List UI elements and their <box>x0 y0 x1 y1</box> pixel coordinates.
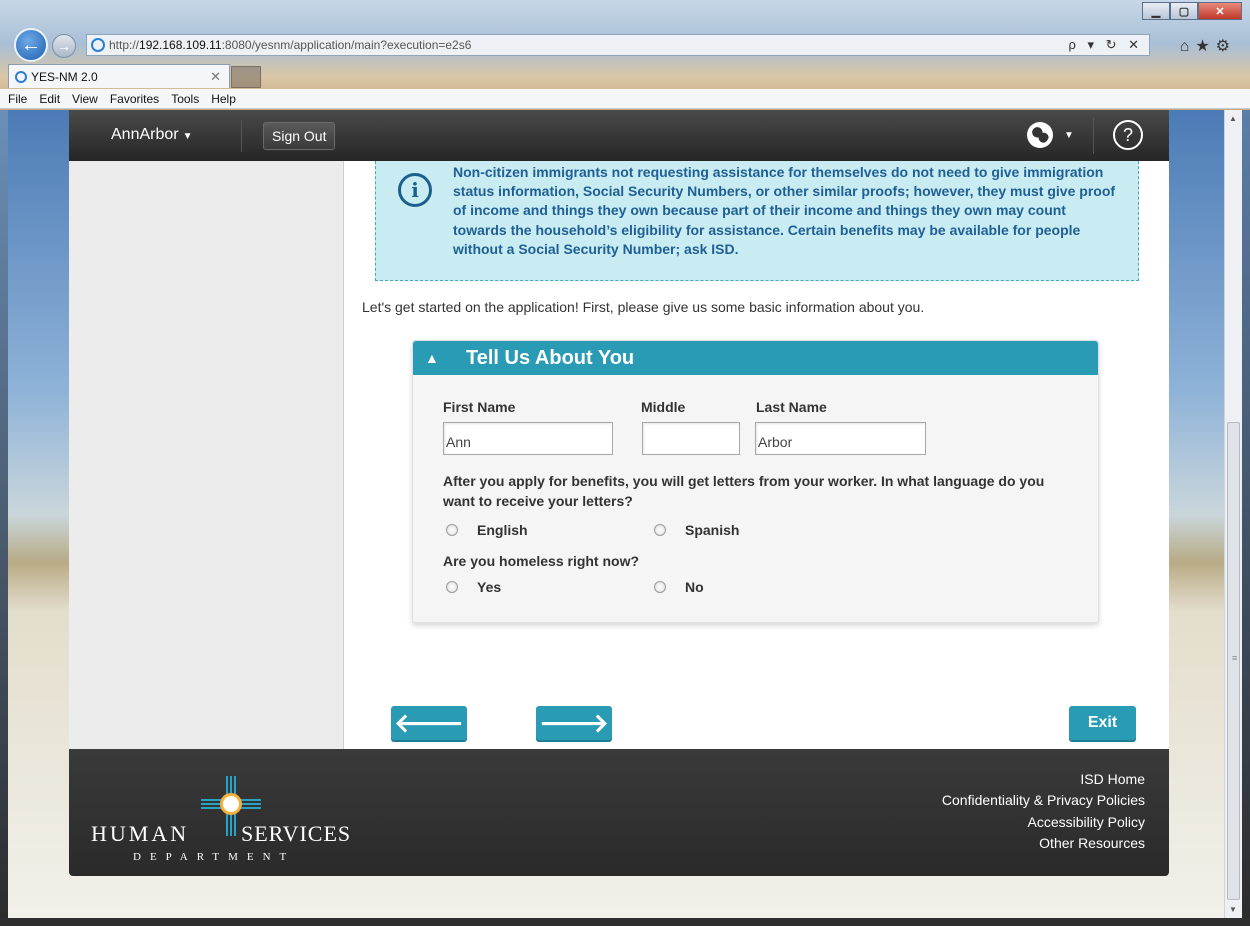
arrow-left-icon: ← <box>21 33 41 56</box>
intro-text: Let's get started on the application! Fi… <box>362 299 925 315</box>
sign-out-button[interactable]: Sign Out <box>263 122 336 150</box>
close-window-button[interactable]: ✕ <box>1198 2 1242 20</box>
menu-file[interactable]: File <box>8 92 27 106</box>
navbar-divider <box>1093 118 1094 154</box>
homeless-question: Are you homeless right now? <box>443 553 640 569</box>
language-option-label: Spanish <box>685 522 740 538</box>
exit-button[interactable]: Exit <box>1069 706 1136 740</box>
browser-chrome: ▁ ▢ ✕ ← → http://192.168.109.11:8080/yes… <box>0 0 1250 110</box>
scroll-thumb[interactable]: ≡ <box>1227 422 1240 900</box>
homeless-yes-radio[interactable]: Yes <box>446 579 501 595</box>
ie-icon <box>91 38 105 52</box>
language-english-radio[interactable]: English <box>446 522 528 538</box>
footer-link-privacy[interactable]: Confidentiality & Privacy Policies <box>942 790 1145 811</box>
maximize-button[interactable]: ▢ <box>1170 2 1198 20</box>
page: AnnArbor ▼ Sign Out ▼ ? i Non-citizen imm… <box>69 110 1169 918</box>
arrow-right-icon: 🡒 <box>539 707 609 738</box>
browser-tab[interactable]: YES-NM 2.0 ✕ <box>8 64 230 88</box>
user-name: AnnArbor <box>111 126 179 143</box>
new-tab-button[interactable] <box>231 66 261 88</box>
arrow-left-icon: 🡐 <box>394 707 464 738</box>
favorites-star-icon[interactable]: ★ <box>1195 38 1215 55</box>
middle-name-label: Middle <box>641 399 686 415</box>
homeless-no-radio[interactable]: No <box>654 579 704 595</box>
url-path: :8080/yesnm/application/main?execution=e… <box>221 38 472 52</box>
browser-viewport: AnnArbor ▼ Sign Out ▼ ? i Non-citizen imm… <box>8 110 1224 918</box>
home-icon[interactable]: ⌂ <box>1180 38 1196 55</box>
left-sidebar <box>69 161 344 749</box>
info-icon: i <box>398 173 432 207</box>
logo-word-department: DEPARTMENT <box>133 851 296 863</box>
footer-link-accessibility[interactable]: Accessibility Policy <box>942 812 1145 833</box>
tab-ie-icon <box>15 70 27 83</box>
user-menu[interactable]: AnnArbor ▼ <box>111 126 193 144</box>
radio-circle-icon <box>446 581 458 593</box>
human-services-logo: HUMAN SERVICES DEPARTMENT <box>91 769 351 869</box>
language-spanish-radio[interactable]: Spanish <box>654 522 739 538</box>
language-option-label: English <box>477 522 528 538</box>
browser-toolbar-icons: ⌂★⚙ <box>1180 36 1236 56</box>
homeless-option-label: No <box>685 579 704 595</box>
main-content: i Non-citizen immigrants not requesting … <box>344 161 1169 749</box>
footer-link-isd-home[interactable]: ISD Home <box>942 769 1145 790</box>
language-globe-icon[interactable] <box>1027 122 1053 148</box>
tab-close-icon[interactable]: ✕ <box>210 69 221 85</box>
menu-bar: File Edit View Favorites Tools Help <box>0 89 1250 109</box>
card-title: Tell Us About You <box>466 346 635 369</box>
window-frame-right <box>1242 110 1250 926</box>
window-frame-bottom <box>0 918 1250 926</box>
logo-word-human: HUMAN <box>91 821 190 846</box>
info-notice: i Non-citizen immigrants not requesting … <box>375 161 1139 281</box>
radio-circle-icon <box>446 524 458 536</box>
card-header[interactable]: ▲ Tell Us About You <box>413 341 1098 375</box>
menu-favorites[interactable]: Favorites <box>110 92 159 106</box>
radio-circle-icon <box>654 581 666 593</box>
caret-down-icon: ▼ <box>182 131 193 142</box>
help-icon[interactable]: ? <box>1113 120 1143 150</box>
language-caret-icon[interactable]: ▼ <box>1064 130 1074 141</box>
collapse-triangle-icon[interactable]: ▲ <box>425 350 441 366</box>
menu-tools[interactable]: Tools <box>171 92 199 106</box>
address-tools[interactable]: ρ ▾ ↻ ✕ <box>1068 37 1143 53</box>
scroll-down-icon[interactable]: ▼ <box>1229 905 1237 914</box>
minimize-button[interactable]: ▁ <box>1142 2 1170 20</box>
next-button[interactable]: 🡒 <box>536 706 612 740</box>
logo-word-services: SERVICES <box>241 821 352 846</box>
menu-view[interactable]: View <box>72 92 98 106</box>
footer: HUMAN SERVICES DEPARTMENT ISD Home Confi… <box>69 749 1169 876</box>
notice-text: Non-citizen immigrants not requesting as… <box>453 164 1116 257</box>
menu-edit[interactable]: Edit <box>39 92 60 106</box>
scroll-up-icon[interactable]: ▲ <box>1229 114 1237 123</box>
arrow-right-icon: → <box>57 38 71 54</box>
homeless-option-label: Yes <box>477 579 502 595</box>
about-you-card: ▲ Tell Us About You First Name Middle La… <box>412 340 1099 623</box>
previous-button[interactable]: 🡐 <box>391 706 467 740</box>
url-host: 192.168.109.11 <box>139 38 222 52</box>
vertical-scrollbar[interactable]: ▲ ≡ ▼ <box>1224 110 1242 918</box>
window-frame-left <box>0 110 8 926</box>
first-name-label: First Name <box>443 399 516 415</box>
address-bar[interactable]: http://192.168.109.11:8080/yesnm/applica… <box>86 34 1150 56</box>
top-navbar: AnnArbor ▼ Sign Out ▼ ? <box>69 110 1169 161</box>
last-name-label: Last Name <box>756 399 827 415</box>
last-name-input[interactable]: Arbor <box>755 422 926 455</box>
footer-links: ISD Home Confidentiality & Privacy Polic… <box>942 769 1145 854</box>
menu-help[interactable]: Help <box>211 92 236 106</box>
window-controls: ▁ ▢ ✕ <box>1142 2 1242 20</box>
language-question: After you apply for benefits, you will g… <box>443 473 1045 509</box>
navbar-divider <box>241 120 242 152</box>
middle-name-input[interactable] <box>642 422 740 455</box>
scroll-grip-icon: ≡ <box>1232 653 1238 663</box>
tab-title: YES-NM 2.0 <box>31 69 98 84</box>
footer-link-other-resources[interactable]: Other Resources <box>942 833 1145 854</box>
radio-circle-icon <box>654 524 666 536</box>
first-name-input[interactable]: Ann <box>443 422 613 455</box>
url-prefix: http:// <box>109 38 140 52</box>
settings-gear-icon[interactable]: ⚙ <box>1216 38 1236 55</box>
back-button[interactable]: ← <box>14 28 48 62</box>
forward-button[interactable]: → <box>52 34 76 58</box>
